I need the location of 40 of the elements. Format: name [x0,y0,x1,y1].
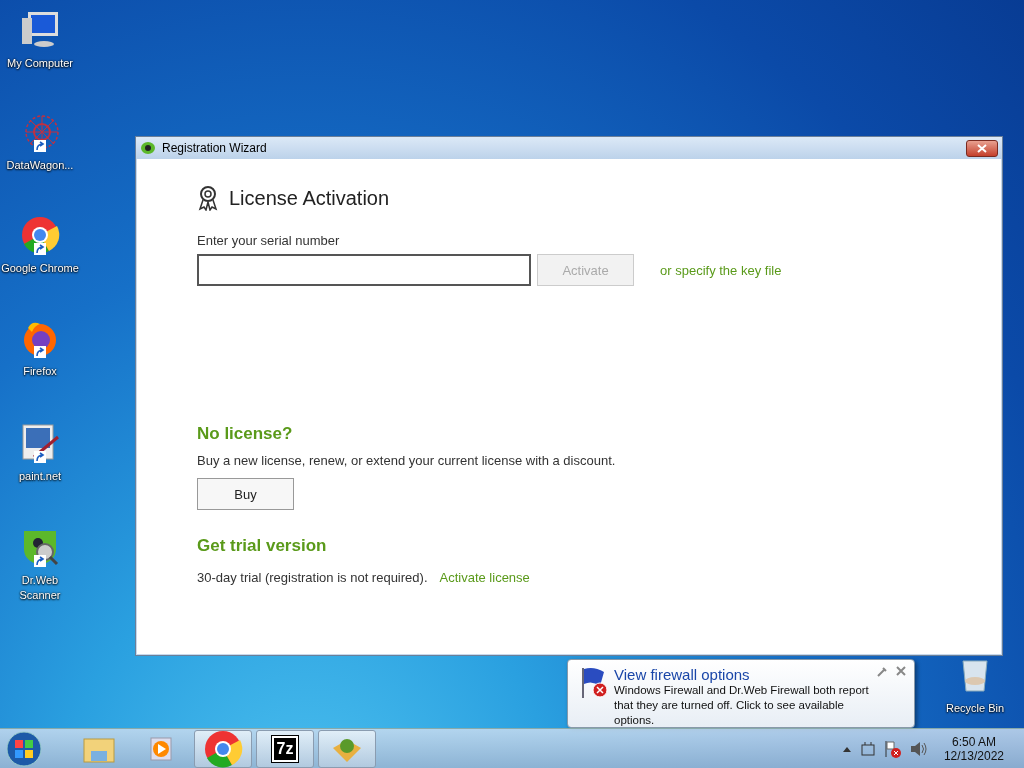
balloon-title[interactable]: View firewall options [614,666,872,683]
desktop-icon-label[interactable]: Firefox [23,364,57,379]
notification-balloon[interactable]: View firewall options Windows Firewall and Dr.Web Firewall both report that they are turned off. Click to see available options. [567,659,915,728]
award-ribbon-icon [197,185,219,211]
section-heading: No license? [197,424,294,444]
desktop-icon-label[interactable]: Dr.Web Scanner [0,573,80,603]
buy-button[interactable]: Buy [197,478,294,510]
close-icon[interactable] [896,666,906,676]
taskbar-button[interactable] [318,729,376,768]
key-file-link[interactable]: or specify the key file [660,262,782,278]
start-button[interactable] [4,729,44,768]
desktop-icon-label[interactable]: Google Chrome [1,261,79,276]
section-heading: Get trial version [197,536,328,556]
balloon-message: Windows Firewall and Dr.Web Firewall both report that they are turned off. Click to see available options. [614,683,870,728]
taskbar-button[interactable]: 7z [256,729,314,768]
flag-error-icon[interactable] [883,739,902,758]
network-icon[interactable] [859,740,876,757]
serial-field[interactable] [197,254,531,286]
window-title: Registration Wizard [162,141,268,155]
taskbar-button[interactable] [194,729,252,768]
chrome-icon [20,215,60,255]
clock[interactable]: 6:50 AM 12/13/2022 [943,734,1004,763]
page-heading: License Activation [229,186,390,210]
wrench-icon[interactable] [876,666,888,678]
chrome-icon [203,728,243,768]
computer-icon [20,10,60,50]
media-player-icon [147,734,175,763]
activate-license-link[interactable]: Activate license [439,570,530,585]
desktop-icon-label[interactable]: Recycle Bin [945,701,1005,716]
speaker-icon[interactable] [909,740,928,757]
desktop-icon-label[interactable]: DataWagon... [6,158,74,173]
close-icon [977,143,987,153]
license-description: Buy a new license, renew, or extend your current license with a discount. [197,453,617,468]
close-button[interactable] [966,139,998,157]
desktop-icon-label[interactable]: paint.net [18,469,62,484]
7zip-icon: 7z [271,735,299,762]
paint-icon [20,423,60,463]
trial-description: 30-day trial (registration is not required). [197,570,428,585]
desktop-icon-label[interactable]: My Computer [7,56,73,71]
serial-label: Enter your serial number [197,233,341,248]
